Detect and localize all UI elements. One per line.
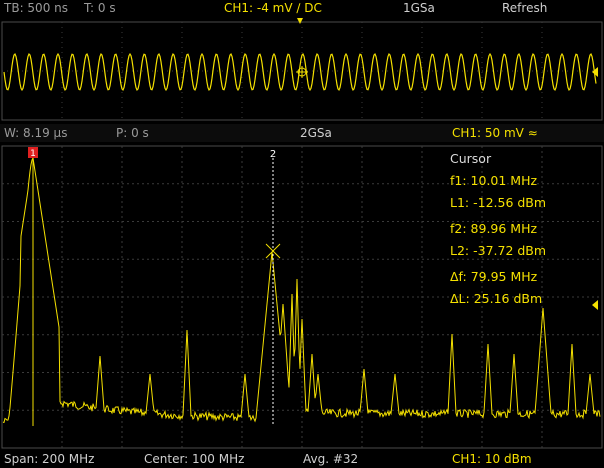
cursor-readout-panel: Cursor f1: 10.01 MHz L1: -12.56 dBm f2: … xyxy=(450,148,600,310)
window-width-label[interactable]: W: 8.19 µs xyxy=(4,125,67,141)
trigger-time-label[interactable]: T: 0 s xyxy=(84,0,116,16)
zoom-sample-rate-label: 2GSa xyxy=(300,126,332,140)
overview-waveform-display[interactable] xyxy=(0,18,604,122)
top-status-bar: TB: 500 ns T: 0 s CH1: -4 mV ∕ DC 1GSa R… xyxy=(0,0,604,16)
cursor-f1-readout: f1: 10.01 MHz xyxy=(450,173,538,188)
channel-setting-label[interactable]: CH1: -4 mV ∕ DC xyxy=(224,0,322,16)
averaging-label[interactable]: Avg. #32 xyxy=(303,451,358,467)
cursor-delta-f-readout: Δf: 79.95 MHz xyxy=(450,269,538,284)
acquisition-mode-label[interactable]: Refresh xyxy=(502,0,547,16)
cursor-1-label: 1 xyxy=(30,149,36,159)
fft-channel-reference-label[interactable]: CH1: 10 dBm xyxy=(452,451,532,467)
sample-rate-label: 1GSa xyxy=(403,1,435,15)
timebase-label[interactable]: TB: 500 ns xyxy=(4,0,68,16)
cursor-f2-readout: f2: 89.96 MHz xyxy=(450,221,538,236)
cursor-l1-readout: L1: -12.56 dBm xyxy=(450,195,547,210)
zoom-status-bar: W: 8.19 µs P: 0 s 2GSa CH1: 50 mV ≈ xyxy=(0,124,604,142)
window-position-label[interactable]: P: 0 s xyxy=(116,125,149,141)
bottom-status-bar: Span: 200 MHz Center: 100 MHz Avg. #32 C… xyxy=(0,450,604,468)
center-frequency-label[interactable]: Center: 100 MHz xyxy=(144,451,244,467)
cursor-2-label[interactable]: 2 xyxy=(270,149,276,160)
cursor-delta-l-readout: ΔL: 25.16 dBm xyxy=(450,291,543,306)
cursor-panel-title: Cursor xyxy=(450,151,492,166)
cursor-l2-readout: L2: -37.72 dBm xyxy=(450,243,547,258)
channel-scale-label[interactable]: CH1: 50 mV ≈ xyxy=(452,125,538,141)
span-label[interactable]: Span: 200 MHz xyxy=(4,451,94,467)
